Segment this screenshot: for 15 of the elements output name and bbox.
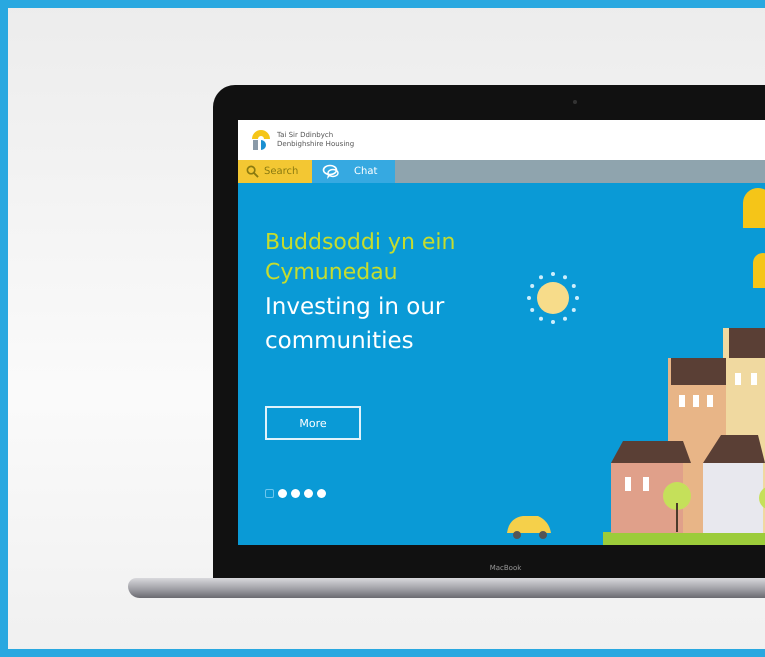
sun-icon <box>527 272 579 324</box>
search-icon <box>246 165 259 178</box>
camera-icon <box>573 100 577 104</box>
slide-dot[interactable] <box>317 489 326 498</box>
search-button[interactable]: Search <box>238 160 312 183</box>
slide-dot[interactable] <box>278 489 287 498</box>
speech-bubbles-icon <box>322 164 340 180</box>
logo-icon[interactable] <box>250 129 272 151</box>
hero-title: Buddsoddi yn ein Cymunedau <box>265 229 456 287</box>
more-button[interactable]: More <box>265 406 361 440</box>
car-icon <box>507 516 551 539</box>
hero-subtitle: Investing in our communities <box>265 293 446 356</box>
chat-button[interactable]: Chat <box>312 160 395 183</box>
slide-dot[interactable] <box>304 489 313 498</box>
slide-dot[interactable] <box>291 489 300 498</box>
